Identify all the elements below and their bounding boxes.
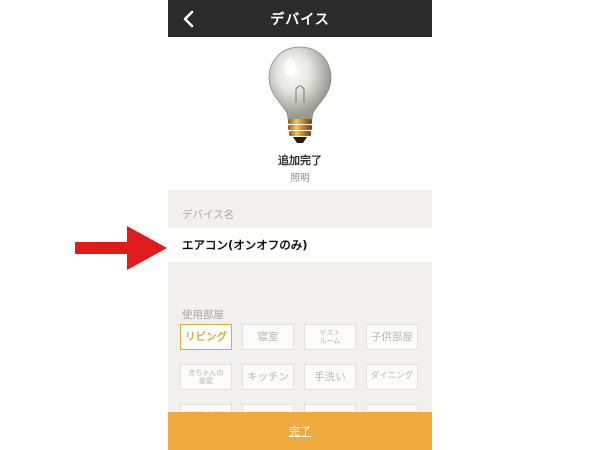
device-category: 照明 xyxy=(290,173,310,184)
light-bulb-icon xyxy=(268,46,332,143)
chevron-left-icon[interactable] xyxy=(180,9,198,29)
screen: デバイス 追加完了 照明 デバイス名 エアコン(オンオフのみ) 使用部屋 リビン… xyxy=(0,0,600,450)
device-summary: 追加完了 照明 xyxy=(168,37,432,190)
room-option-kids-room[interactable]: 子供部屋 xyxy=(366,324,418,350)
app-screen: デバイス 追加完了 照明 デバイス名 エアコン(オンオフのみ) 使用部屋 リビン… xyxy=(168,0,432,450)
navigation-bar: デバイス xyxy=(168,0,432,37)
device-name-field[interactable]: エアコン(オンオフのみ) xyxy=(168,228,432,262)
room-option-dining[interactable]: ダイニング xyxy=(366,364,418,390)
room-label: 使用部屋 xyxy=(182,309,224,321)
device-name-label: デバイス名 xyxy=(182,209,235,221)
done-label: 完了 xyxy=(289,425,311,438)
room-option-living[interactable]: リビング xyxy=(180,324,232,350)
done-button[interactable]: 完了 xyxy=(168,412,432,450)
room-option-kitchen[interactable]: キッチン xyxy=(242,364,294,390)
room-option-baby-room[interactable]: 赤ちゃんの 部屋 xyxy=(180,364,232,390)
room-option-bedroom[interactable]: 寝室 xyxy=(242,324,294,350)
room-option-restroom[interactable]: 手洗い xyxy=(304,364,356,390)
red-arrow-icon xyxy=(75,226,167,270)
add-complete-status: 追加完了 xyxy=(278,154,322,167)
page-title: デバイス xyxy=(270,11,330,28)
room-option-guest-room[interactable]: ゲスト ルーム xyxy=(304,324,356,350)
